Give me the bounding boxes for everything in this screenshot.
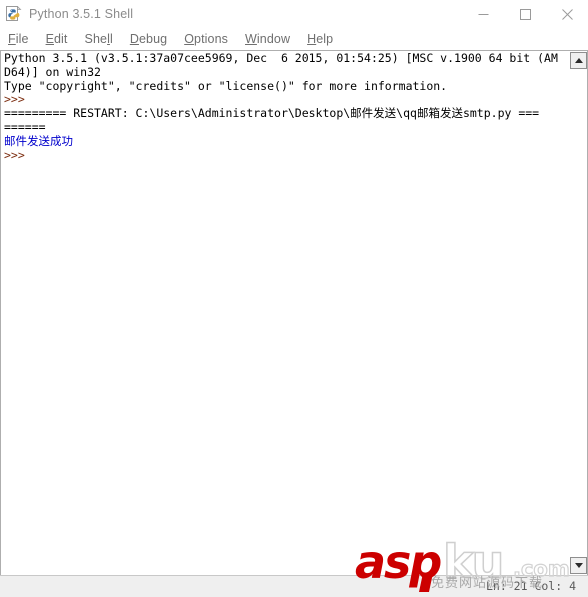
close-button[interactable] [546, 0, 588, 28]
menu-rest-file: ile [15, 32, 29, 46]
maximize-icon [519, 8, 531, 20]
menu-item-debug[interactable]: Debug [130, 32, 167, 46]
menu-accel-d: D [129, 32, 139, 46]
menu-accel-h: H [307, 32, 317, 46]
close-icon [561, 8, 573, 20]
menu-accel-o: O [184, 32, 195, 46]
menu-item-options[interactable]: Options [184, 32, 228, 46]
shell-line: D64)] on win32 [4, 64, 101, 79]
menu-bar: File Edit Shell Debug Options Window Hel… [0, 28, 588, 50]
cursor-position-indicator: Ln: 21 Col: 4 [485, 579, 576, 593]
shell-output-line: 邮件发送成功 [4, 133, 73, 148]
menu-item-edit[interactable]: Edit [46, 32, 68, 46]
window-controls [462, 0, 588, 28]
minimize-icon [478, 13, 488, 15]
scroll-down-arrow-icon [574, 563, 583, 568]
shell-prompt-line: >>> [4, 147, 25, 162]
shell-line: Python 3.5.1 (v3.5.1:37a07cee5969, Dec 6… [4, 51, 558, 65]
menu-item-file[interactable]: File [8, 32, 29, 46]
shell-text-area[interactable]: Python 3.5.1 (v3.5.1:37a07cee5969, Dec 6… [1, 51, 568, 575]
scrollbar-trough[interactable] [570, 70, 586, 556]
menu-accel-w: W [245, 32, 257, 46]
menu-item-shell[interactable]: Shell [85, 32, 113, 46]
menu-rest-window: indow [256, 32, 291, 46]
scroll-down-button[interactable] [570, 557, 587, 574]
menu-accel-e: E [45, 32, 54, 46]
scroll-up-arrow-icon [574, 58, 583, 63]
menu-rest-options: ptions [194, 32, 228, 46]
status-bar: Ln: 21 Col: 4 [0, 575, 588, 597]
menu-rest-shell: l [109, 32, 113, 46]
vertical-scrollbar[interactable] [568, 51, 587, 575]
title-bar: Python 3.5.1 Shell [0, 0, 588, 28]
menu-rest-edit: dit [54, 32, 68, 46]
menu-accel-f: F [8, 32, 16, 46]
menu-item-window[interactable]: Window [245, 32, 290, 46]
menu-pre-shell: She [84, 32, 108, 46]
python-idle-icon [6, 5, 22, 22]
window-title: Python 3.5.1 Shell [29, 7, 134, 21]
menu-rest-help: elp [316, 32, 334, 46]
shell-body: Python 3.5.1 (v3.5.1:37a07cee5969, Dec 6… [0, 50, 588, 575]
shell-restart-line: ========= RESTART: C:\Users\Administrato… [4, 106, 540, 121]
menu-rest-debug: ebug [138, 32, 168, 46]
menu-item-help[interactable]: Help [307, 32, 333, 46]
shell-prompt-line: >>> [4, 92, 25, 107]
shell-restart-line-cont: ====== [4, 119, 46, 134]
minimize-button[interactable] [462, 0, 504, 28]
scroll-up-button[interactable] [570, 52, 587, 69]
idle-shell-window: Python 3.5.1 Shell File Edit Shell Debug… [0, 0, 588, 597]
shell-line: Type "copyright", "credits" or "license(… [4, 78, 448, 93]
maximize-button[interactable] [504, 0, 546, 28]
